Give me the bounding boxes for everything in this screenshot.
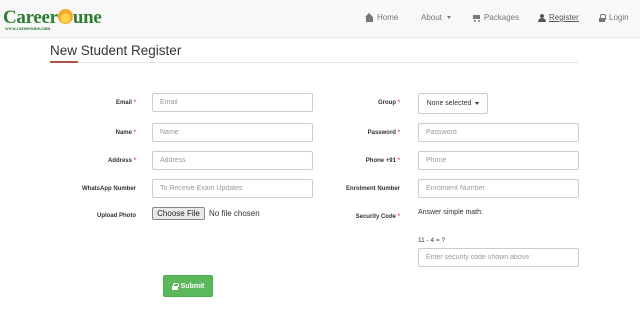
brand-name-part2: une [72,7,102,28]
enrolment-input[interactable] [418,179,579,198]
nav-packages[interactable]: Packages [472,13,519,22]
file-status: No file chosen [209,209,260,218]
title-accent-bar [50,61,78,63]
submit-button[interactable]: Submit [163,275,213,297]
nav-packages-label: Packages [484,13,520,22]
caret-down-icon [475,102,480,105]
name-label: Name * [115,130,136,136]
nav-login-label: Login [609,13,629,22]
security-code-label: Security Code * [355,214,400,220]
nav-login[interactable]: Login [598,13,629,22]
group-label: Group * [377,100,400,106]
user-icon [538,13,546,22]
email-input[interactable] [152,93,313,112]
group-select[interactable]: None selected [418,93,488,114]
brand-logo[interactable]: Career une www.careersune.com [3,7,102,33]
title-divider [50,62,578,63]
security-question: 11 - 4 = ? [418,237,446,244]
enrolment-label: Enrolment Number [345,186,400,192]
whatsapp-label: WhatsApp Number [82,186,136,192]
caret-down-icon [446,16,451,19]
security-code-input[interactable] [418,248,579,267]
password-input[interactable] [418,123,579,142]
nav-about-label: About [421,13,442,22]
nav-home[interactable]: Home [365,12,399,22]
security-prompt: Answer simple math: [418,209,483,216]
name-input[interactable] [152,123,313,142]
password-label: Password * [367,130,400,136]
phone-label: Phone +91 * [365,158,400,164]
address-input[interactable] [152,151,313,170]
sun-icon [57,9,73,24]
navbar: Career une www.careersune.com Home About … [0,0,640,38]
lock-icon [598,13,606,22]
nav-about[interactable]: About [421,13,451,22]
phone-input[interactable] [418,151,579,170]
nav-register[interactable]: Register [538,13,579,22]
page-title: New Student Register [50,43,182,58]
home-icon [365,12,374,22]
address-label: Address * [107,158,136,164]
email-label: Email * [115,100,136,106]
whatsapp-input[interactable] [152,179,313,198]
choose-file-button[interactable]: Choose File [152,207,205,220]
submit-label: Submit [180,282,205,290]
nav-register-label: Register [549,13,579,22]
cart-icon [472,14,481,22]
group-select-value: None selected [426,100,472,107]
brand-name-part1: Career [3,7,58,28]
lock-icon [171,282,179,290]
nav-home-label: Home [377,13,399,22]
upload-photo-label: Upload Photo [97,213,136,219]
